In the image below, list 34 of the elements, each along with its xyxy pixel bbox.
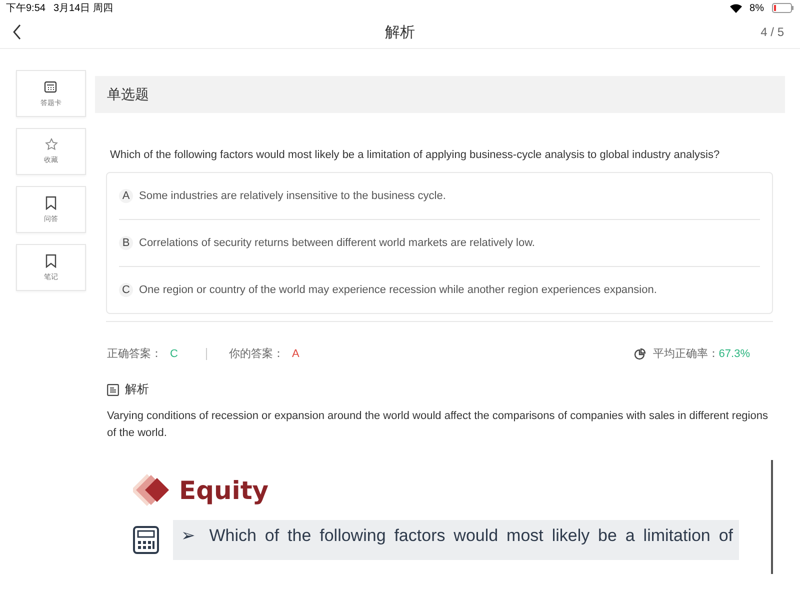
- pie-chart-icon: [634, 348, 646, 360]
- your-answer-label: 你的答案：: [228, 346, 284, 361]
- correct-answer-label: 正确答案：: [107, 346, 162, 361]
- bookmark-icon: [45, 196, 57, 210]
- page-counter: 4 / 5: [760, 25, 784, 39]
- option-text: One region or country of the world may experience recession while another region experiences expansion.: [139, 284, 657, 296]
- analysis-text: Varying conditions of recession or expansion around the world would affect the comparisons of companies with sales in different regions of the world.: [107, 409, 769, 441]
- bullet-arrow: ➢: [181, 526, 196, 546]
- correct-answer: C: [170, 348, 178, 360]
- star-icon: [44, 138, 58, 151]
- question-type-header: 单选题: [95, 76, 785, 113]
- average-rate-label: 平均正确率：: [652, 346, 719, 361]
- option-letter: A: [119, 189, 133, 203]
- page-title: 解析: [385, 22, 415, 42]
- question-text: Which of the following factors would most likely be a limitation of applying business-cycle analysis to global industry analysis?: [110, 149, 721, 161]
- battery-percent: 8%: [750, 2, 764, 14]
- status-date: 3月14日 周四: [53, 2, 113, 15]
- calculator-icon: [133, 526, 159, 554]
- slide-title: Equity: [179, 476, 269, 504]
- option-letter: C: [119, 283, 133, 297]
- analysis-heading: 解析: [125, 381, 149, 398]
- option-text: Some industries are relatively insensitive to the business cycle.: [139, 190, 446, 202]
- battery-icon: [772, 3, 794, 13]
- calendar-icon: [44, 80, 58, 94]
- option-text: Correlations of security returns between different world markets are relatively low.: [139, 237, 535, 249]
- document-icon: [107, 384, 119, 396]
- wifi-icon: [730, 4, 742, 12]
- your-answer: A: [292, 348, 300, 360]
- back-icon[interactable]: [12, 24, 22, 40]
- average-rate: 67.3%: [718, 348, 750, 360]
- status-time: 下午9:54: [6, 2, 46, 15]
- slide-question-line: Which of the following factors would most likely be a limitation of: [209, 526, 733, 546]
- bookmark-icon: [45, 254, 57, 268]
- option-letter: B: [119, 236, 133, 250]
